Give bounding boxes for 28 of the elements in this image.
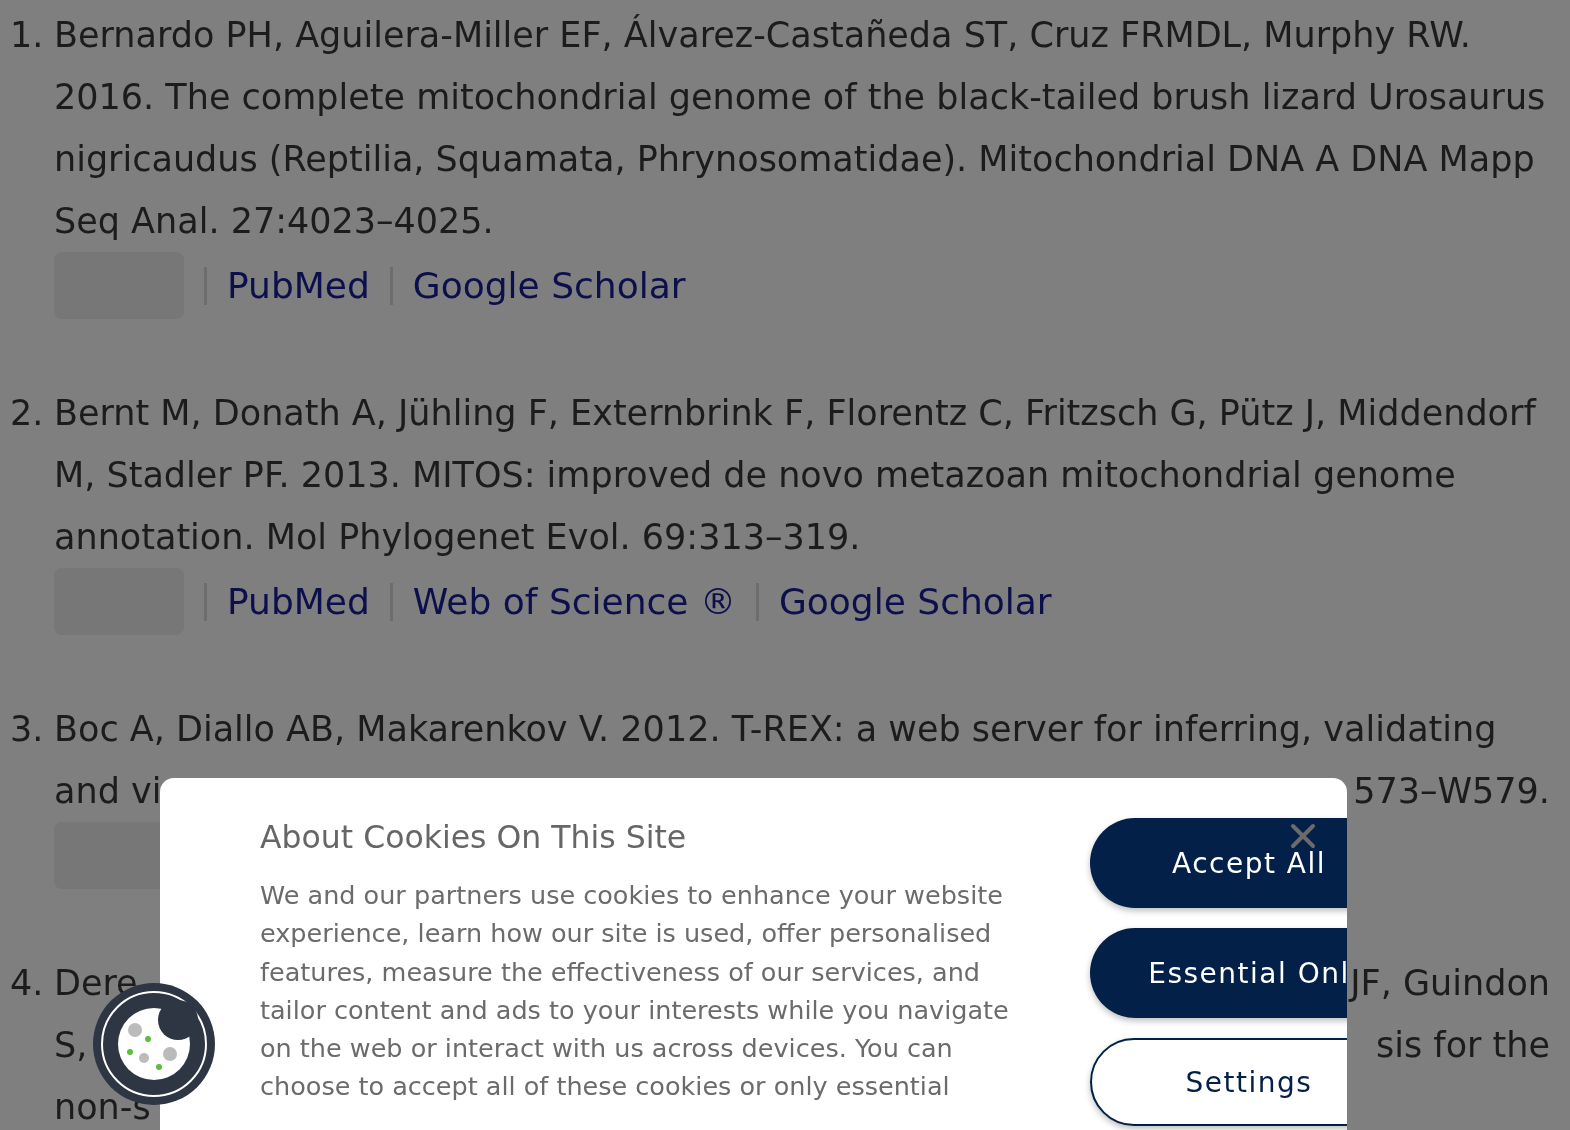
reference-text: Boc A, Diallo AB, Makarenkov V. 2012. T-REX: a web server for inferring, validating bbox=[54, 708, 1497, 751]
reference-text: annotation. Mol Phylogenet Evol. 69:313–319. bbox=[54, 516, 861, 559]
reference-text: nigricaudus (Reptilia, Squamata, Phrynosomatidae). Mitochondrial DNA A DNA Mapp bbox=[54, 138, 1535, 181]
dialog-title: About Cookies On This Site bbox=[260, 818, 688, 857]
reference-text: sis for the bbox=[1376, 1024, 1550, 1067]
reference-link[interactable]: PubMed bbox=[227, 265, 370, 306]
close-icon[interactable] bbox=[1290, 823, 1316, 849]
reference-text: 573–W579. bbox=[1353, 770, 1550, 813]
reference-number: 1. bbox=[10, 14, 45, 57]
reference-text: M, Stadler PF. 2013. MITOS: improved de novo metazoan mitochondrial genome bbox=[54, 454, 1456, 497]
reference-text: Bernt M, Donath A, Jühling F, Externbrink F, Florentz C, Fritzsch G, Pütz J, Middendorf bbox=[54, 392, 1536, 435]
reference-number: 2. bbox=[10, 392, 45, 435]
reference-text: 2016. The complete mitochondrial genome of the black-tailed brush lizard Urosaurus bbox=[54, 76, 1546, 119]
reference-text: Bernardo PH, Aguilera-Miller EF, Álvarez-Castañeda ST, Cruz FRMDL, Murphy RW. bbox=[54, 13, 1471, 57]
reference-text: Seq Anal. 27:4023–4025. bbox=[54, 200, 494, 243]
reference-link[interactable]: Google Scholar bbox=[412, 265, 686, 306]
reference-number: 3. bbox=[10, 708, 45, 751]
reference-text: and vi bbox=[54, 770, 162, 813]
reference-link[interactable]: Web of Science ® bbox=[412, 581, 736, 622]
reference-link[interactable]: PubMed bbox=[227, 581, 370, 622]
cookie-button[interactable]: Accept All bbox=[1090, 818, 1347, 908]
cookie-button[interactable]: Essential Onl bbox=[1090, 928, 1347, 1018]
reference-number: 4. bbox=[10, 962, 45, 1005]
dialog-text: We and our partners use cookies to enhance your website experience, learn how our site is used, offer personalised features, measure the effectiveness of our services, and tailor content and ads to your interests while you navigate on the web or interact with us across devices. You can choose to accept all of these cookies or only essential bbox=[260, 879, 1010, 1104]
reference-text: JF, Guindon bbox=[1350, 962, 1550, 1005]
reference-text: S, bbox=[54, 1024, 88, 1067]
reference-link[interactable]: Google Scholar bbox=[778, 581, 1052, 622]
cookie-button[interactable]: Settings bbox=[1090, 1038, 1347, 1126]
